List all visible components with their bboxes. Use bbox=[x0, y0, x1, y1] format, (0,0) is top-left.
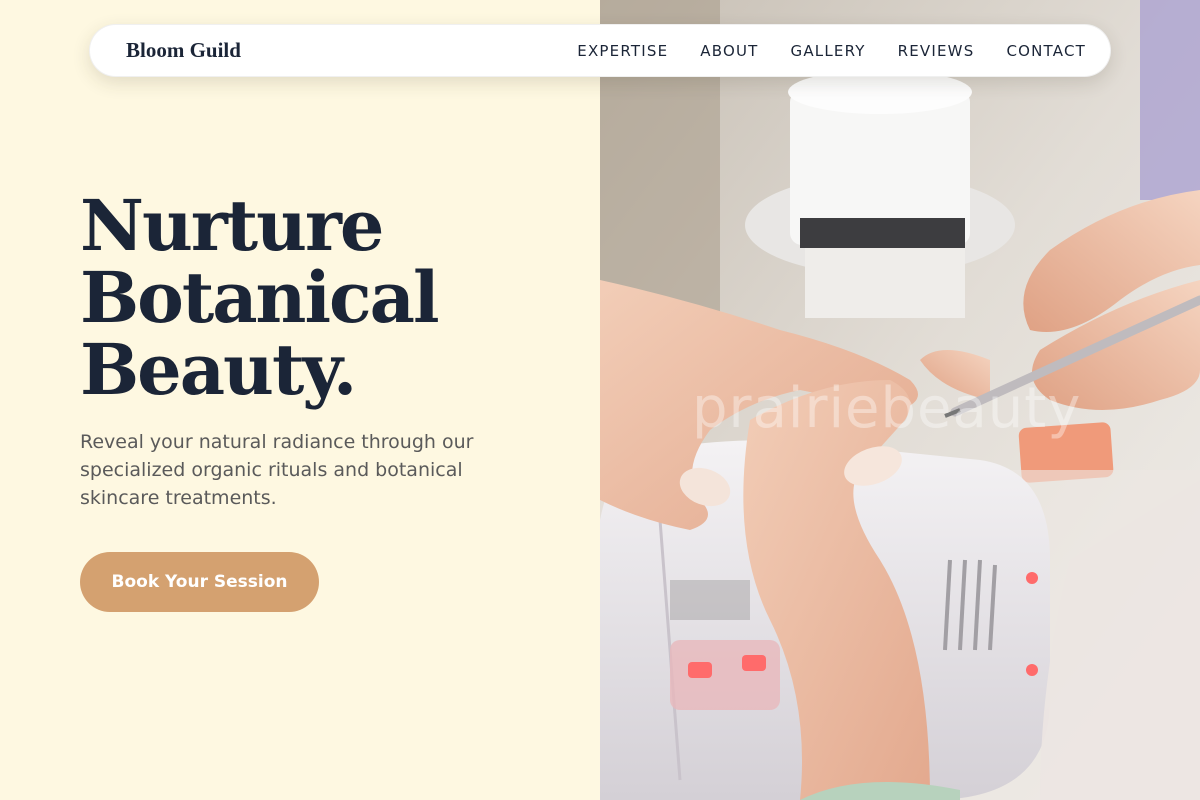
brand-logo-text[interactable]: Bloom Guild bbox=[126, 38, 241, 63]
top-navbar: Bloom Guild EXPERTISE ABOUT GALLERY REVI… bbox=[89, 24, 1111, 77]
nav-links: EXPERTISE ABOUT GALLERY REVIEWS CONTACT bbox=[577, 42, 1086, 60]
nav-link-expertise[interactable]: EXPERTISE bbox=[577, 42, 668, 60]
hero-subtitle: Reveal your natural radiance through our… bbox=[80, 431, 474, 509]
hero-title-line-3: Beauty. bbox=[80, 328, 357, 411]
hero-photo: prairiebeauty bbox=[600, 0, 1200, 800]
nav-link-about[interactable]: ABOUT bbox=[700, 42, 758, 60]
nav-link-reviews[interactable]: REVIEWS bbox=[898, 42, 975, 60]
nav-link-contact[interactable]: CONTACT bbox=[1006, 42, 1086, 60]
hero-title-line-1: Nurture bbox=[80, 184, 384, 267]
image-watermark: prairiebeauty bbox=[692, 376, 1082, 441]
hero-title-line-2: Botanical bbox=[80, 256, 440, 339]
nav-link-gallery[interactable]: GALLERY bbox=[791, 42, 866, 60]
hero-title: Nurture Botanical Beauty. bbox=[80, 190, 580, 406]
book-session-button[interactable]: Book Your Session bbox=[80, 552, 319, 612]
